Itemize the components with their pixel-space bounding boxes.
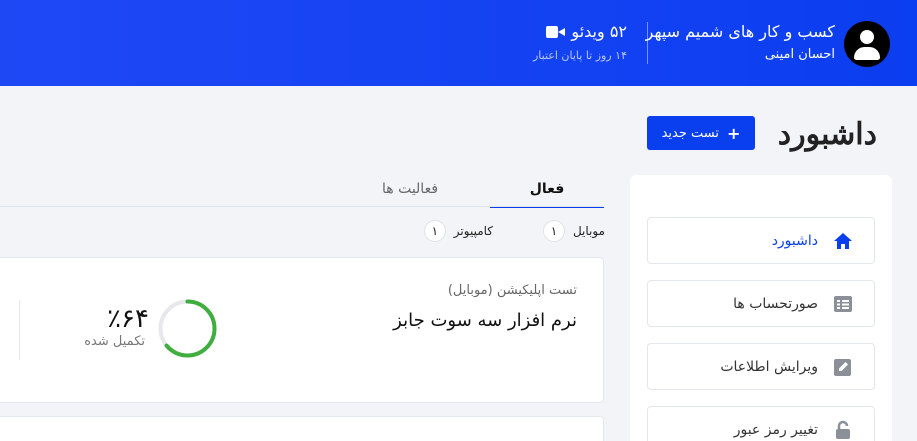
invoice-list-icon [832,293,854,315]
progress-ring [158,299,217,358]
filter-mobile-count: ۱ [542,220,565,242]
avatar[interactable] [844,21,890,67]
sidebar-item-label: تغییر رمز عبور [733,421,818,438]
video-camera-icon [546,25,566,38]
avatar-body [854,47,880,60]
completion-label: تکمیل شده [84,334,145,349]
home-icon [832,230,854,252]
dashboard-logo: داشبورد [777,117,877,152]
filter-computer-count: ۱ [423,220,446,242]
sidebar-item-dashboard[interactable]: داشبورد [647,217,875,264]
new-test-button[interactable]: + تست جدید [647,116,755,150]
tabs-divider [0,206,604,207]
sidebar-item-edit-info[interactable]: ویرایش اطلاعات [647,343,875,390]
filter-mobile-label: موبایل [572,224,605,238]
sidebar-item-label: داشبورد [771,232,818,249]
sidebar-item-change-password[interactable]: تغییر رمز عبور [647,406,875,441]
avatar-head [860,30,874,44]
lock-icon [832,419,854,441]
test-card-2[interactable] [0,416,604,441]
user-name: احسان امینی [764,47,835,62]
filter-computer[interactable]: کامپیوتر ۱ [423,220,493,242]
top-header: کسب و کار های شمیم سپهر احسان امینی ۵۲ و… [0,0,917,86]
header-divider [647,22,648,64]
sidebar-item-label: صورتحساب ها [733,295,818,312]
filter-mobile[interactable]: موبایل ۱ [542,220,605,242]
sidebar-item-invoices[interactable]: صورتحساب ها [647,280,875,327]
card-divider [19,300,20,360]
test-type: تست اپلیکیشن (موبایل) [447,283,577,298]
test-card[interactable]: تست اپلیکیشن (موبایل) نرم افزار سه سوت ج… [0,257,604,403]
sidebar: داشبورد صورتحساب ها ویرایش اطلاعات تغییر… [630,175,892,441]
company-name: کسب و کار های شمیم سپهر [645,22,835,41]
sidebar-item-label: ویرایش اطلاعات [720,358,818,375]
plus-icon: + [727,123,741,143]
tab-active[interactable]: فعال [490,172,604,208]
filter-computer-label: کامپیوتر [453,224,493,238]
video-count: ۵۲ ویدئو [546,22,627,41]
test-name: نرم افزار سه سوت جابز [393,310,577,331]
edit-icon [832,356,854,378]
credit-remaining: ۱۴ روز تا پایان اعتبار [533,49,627,62]
completion-percent: ٪۶۴ [107,304,149,334]
tab-activities[interactable]: فعالیت ها [350,172,470,206]
new-test-label: تست جدید [661,125,720,141]
video-count-label: ۵۲ ویدئو [571,22,627,41]
